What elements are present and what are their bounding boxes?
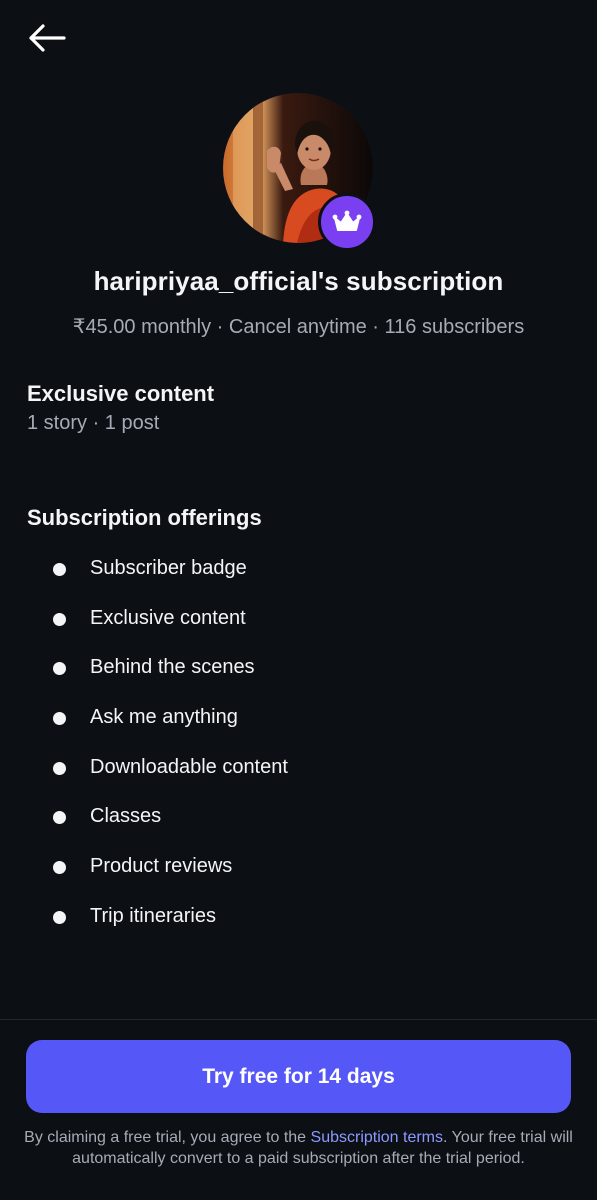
- bullet-icon: [53, 910, 66, 924]
- exclusive-content-summary: 1 story · 1 post: [27, 412, 160, 434]
- bullet-icon: [53, 811, 66, 825]
- crown-icon: [332, 210, 362, 231]
- list-item: Trip itineraries: [0, 900, 597, 950]
- bullet-icon: [53, 761, 66, 775]
- offering-label: Exclusive content: [90, 606, 246, 629]
- bullet-icon: [53, 712, 66, 726]
- list-item: Behind the scenes: [0, 651, 597, 701]
- back-button[interactable]: [22, 18, 70, 58]
- trial-terms-text: By claiming a free trial, you agree to t…: [22, 1127, 575, 1169]
- try-free-button[interactable]: Try free for 14 days: [26, 1040, 571, 1113]
- list-item: Classes: [0, 800, 597, 850]
- list-item: Ask me anything: [0, 701, 597, 751]
- offering-label: Classes: [90, 805, 162, 828]
- bullet-icon: [53, 612, 66, 626]
- subscription-meta: ₹45.00 monthly · Cancel anytime · 116 su…: [72, 316, 525, 338]
- list-item: Downloadable content: [0, 751, 597, 801]
- subscription-terms-link[interactable]: Subscription terms: [311, 1129, 444, 1146]
- avatar-container: [223, 93, 376, 251]
- offering-label: Behind the scenes: [90, 656, 255, 679]
- list-item: Exclusive content: [0, 602, 597, 652]
- subscription-title: haripriyaa_official's subscription: [93, 266, 504, 296]
- subscriber-badge: [318, 193, 376, 251]
- exclusive-content-heading: Exclusive content: [27, 381, 215, 406]
- offering-label: Ask me anything: [90, 706, 238, 729]
- bullet-icon: [53, 861, 66, 875]
- offering-label: Product reviews: [90, 855, 233, 878]
- subscription-screen: haripriyaa_official's subscription ₹45.0…: [0, 0, 597, 1200]
- offering-label: Downloadable content: [90, 755, 288, 778]
- arrow-left-icon: [29, 24, 66, 52]
- list-item: Subscriber badge: [0, 552, 597, 602]
- terms-text-before: By claiming a free trial, you agree to t…: [24, 1129, 311, 1146]
- bullet-icon: [53, 563, 66, 576]
- offering-label: Subscriber badge: [90, 557, 247, 579]
- offering-label: Trip itineraries: [90, 904, 216, 927]
- offerings-heading: Subscription offerings: [27, 505, 262, 530]
- bullet-icon: [53, 662, 66, 676]
- offerings-list: Subscriber badge Exclusive content Behin…: [0, 552, 597, 950]
- footer-divider: [0, 1019, 597, 1020]
- list-item: Product reviews: [0, 850, 597, 900]
